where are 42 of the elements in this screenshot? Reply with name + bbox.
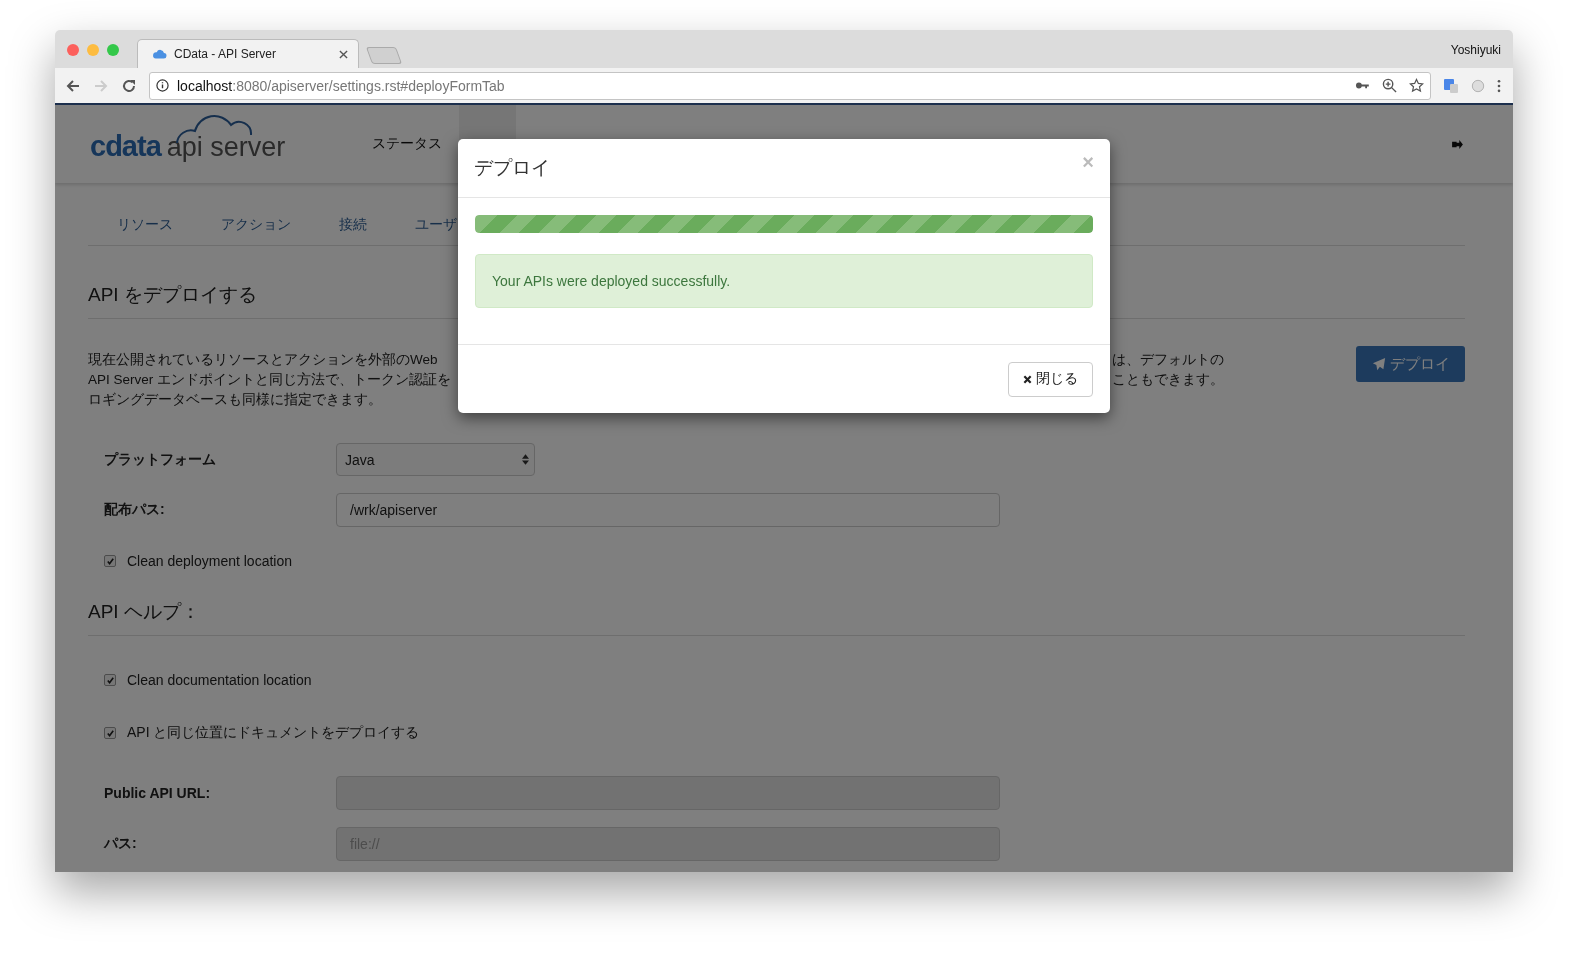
checkbox[interactable] — [104, 727, 116, 739]
description-text: は、デフォルトの こともできます。 — [1112, 351, 1224, 389]
app-logo: cdata api server — [90, 115, 372, 163]
checkbox[interactable] — [104, 674, 116, 686]
star-icon[interactable] — [1409, 78, 1424, 93]
section-heading: API ヘルプ： — [88, 599, 1465, 636]
checkbox-label: Clean documentation location — [127, 672, 312, 688]
address-bar[interactable]: localhost:8080/apiserver/settings.rst#deployFormTab — [149, 71, 1431, 100]
platform-select[interactable]: Java — [336, 443, 535, 476]
deploy-button[interactable]: デプロイ — [1356, 346, 1465, 382]
url-text: localhost:8080/apiserver/settings.rst#deployFormTab — [177, 77, 505, 94]
logout-icon[interactable] — [1452, 139, 1463, 149]
tab[interactable]: アクション — [197, 215, 315, 234]
close-button[interactable]: 閉じる — [1008, 361, 1093, 397]
checkbox-label: Clean deployment location — [127, 553, 292, 569]
tab[interactable]: リソース — [93, 215, 197, 234]
menu-icon[interactable] — [1497, 78, 1501, 93]
back-icon[interactable] — [65, 77, 81, 94]
description-text: 現在公開されているリソースとアクションを外部のWeb API Server エンドポイントと同じ方法で、トークン認証を ロギングデータベースも同様に指定できます。 — [88, 351, 453, 409]
profile-name: Yoshiyuki — [1450, 43, 1501, 57]
dialog-title: デプロイ — [474, 156, 550, 180]
field-label: パス: — [104, 835, 138, 853]
nav-link[interactable]: ステータス — [372, 135, 442, 153]
reload-icon[interactable] — [121, 77, 137, 94]
cloud-icon — [152, 49, 167, 59]
checkbox[interactable] — [104, 555, 116, 567]
zoom-icon[interactable] — [1382, 78, 1397, 93]
close-button[interactable]: × — [1082, 150, 1094, 174]
close-icon — [1023, 374, 1032, 384]
key-icon[interactable] — [1355, 81, 1370, 90]
paper-plane-icon — [1371, 357, 1386, 371]
field-label: Public API URL: — [104, 785, 212, 801]
browser-tab[interactable]: CData - API Server — [137, 39, 359, 68]
field-label: プラットフォーム — [104, 450, 217, 469]
tab[interactable]: 接続 — [315, 215, 391, 234]
checkbox-label: API と同じ位置にドキュメントをデプロイする — [127, 724, 420, 742]
tab-title: CData - API Server — [174, 47, 278, 61]
path-input[interactable]: /wrk/apiserver — [336, 493, 1000, 527]
close-icon[interactable] — [339, 49, 348, 59]
select-arrows-icon — [522, 454, 529, 465]
field-label: 配布パス: — [104, 501, 166, 519]
info-icon — [156, 79, 169, 92]
